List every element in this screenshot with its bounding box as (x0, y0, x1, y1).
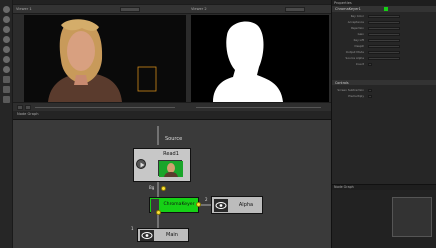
prop-row: Despill (332, 44, 436, 49)
alpha-viewer-label: Alpha (238, 202, 254, 208)
properties-node-bar: ChromaKeyer1 (332, 6, 436, 12)
prop-label: Key Lift (353, 38, 364, 42)
properties-panel: Properties ChromaKeyer1 Controls Key Col… (331, 0, 436, 184)
zoom-tool-icon[interactable] (3, 16, 10, 23)
prop-label: Rejection (351, 26, 364, 30)
minimap-title: Node Graph (334, 185, 354, 189)
output-mode-dropdown[interactable] (368, 50, 400, 55)
bg-input-port[interactable] (161, 186, 166, 191)
read1-thumbnail (158, 160, 183, 177)
viewer-b-header: Viewer 2 (188, 5, 331, 14)
main-viewer-node[interactable]: Main (137, 228, 189, 242)
properties-title: Properties (334, 0, 352, 5)
viewer-b-title: Viewer 2 (191, 7, 207, 11)
prop-label: Acceptance (347, 20, 364, 24)
alpha-input-label: 2 (205, 197, 208, 202)
node-color-swatch[interactable] (384, 7, 388, 11)
transform-tool-icon[interactable] (3, 56, 10, 63)
prop-row: Key Color (332, 14, 436, 19)
prop-row: Gain (332, 32, 436, 37)
prop-label: Invert (355, 62, 364, 66)
alpha-viewer-node[interactable]: Alpha (211, 196, 263, 214)
read1-label: Read1 (163, 151, 179, 157)
viewer-a-image (24, 15, 186, 102)
keyer-output-port[interactable] (196, 202, 201, 207)
prop-row: Rejection (332, 26, 436, 31)
rejection-field[interactable] (368, 26, 400, 31)
controls-tab-label: Controls (335, 80, 349, 85)
prop-label: Despill (354, 44, 364, 48)
chromakeyer-label: ChromaKeyer (163, 202, 195, 207)
key-lift-field[interactable] (368, 38, 400, 43)
timeline-slider[interactable] (35, 107, 175, 108)
main-input-label: 1 (131, 226, 134, 231)
viewer-b-transport-bar (188, 102, 331, 111)
main-viewer-label: Main (166, 232, 178, 238)
node-graph-title: Node Graph (17, 112, 39, 116)
gain-field[interactable] (368, 32, 400, 37)
read1-node[interactable]: Read1 (133, 148, 191, 182)
roto-tool-icon[interactable] (3, 46, 10, 53)
play-forward-button[interactable] (25, 105, 31, 110)
prop-row: Key Lift (332, 38, 436, 43)
screen-subtraction-checkbox[interactable] (368, 88, 372, 93)
prop-label: Premultiply (348, 94, 364, 98)
viewer-b-alpha-image (191, 15, 329, 102)
viewer-a-transport-bar (13, 102, 188, 111)
viewer-b[interactable] (191, 15, 329, 102)
prop-row: Invert (332, 62, 436, 67)
main-eye-icon (140, 230, 154, 241)
invert-checkbox[interactable] (368, 62, 372, 67)
prop-label: Screen Subtraction (337, 88, 364, 92)
source-label: Source (165, 136, 183, 142)
prop-label: Gain (357, 32, 364, 36)
properties-node-name: ChromaKeyer1 (335, 7, 361, 11)
read-play-icon (136, 159, 146, 169)
despill-field[interactable] (368, 44, 400, 49)
prop-row: Source Alpha (332, 56, 436, 61)
keyer-tool-icon[interactable] (3, 86, 10, 93)
node-graph-minimap[interactable]: Node Graph (331, 184, 436, 248)
alpha-eye-icon (214, 199, 228, 212)
properties-controls-tab[interactable]: Controls (332, 80, 436, 85)
viewer-b-channel-dropdown[interactable] (285, 7, 305, 12)
minimap-view-rect[interactable] (392, 197, 432, 237)
prop-row: Premultiply (332, 94, 436, 99)
pan-tool-icon[interactable] (3, 26, 10, 33)
bg-port-label: Bg (149, 185, 155, 190)
prop-row: Output Mode (332, 50, 436, 55)
tool-palette (0, 0, 13, 248)
acceptance-field[interactable] (368, 20, 400, 25)
time-tool-icon[interactable] (3, 96, 10, 103)
node-graph[interactable]: Source Read1 Bg ChromaKeyer 2 Alpha 1 Ma… (13, 120, 331, 248)
source-alpha-dropdown[interactable] (368, 56, 400, 61)
prop-label: Source Alpha (345, 56, 364, 60)
prop-label: Key Color (350, 14, 364, 18)
key-color-field[interactable] (368, 14, 400, 19)
color-tool-icon[interactable] (3, 66, 10, 73)
filter-tool-icon[interactable] (3, 76, 10, 83)
select-tool-icon[interactable] (3, 6, 10, 13)
viewer-a[interactable] (24, 15, 186, 102)
viewer-a-title: Viewer 1 (16, 7, 32, 11)
prop-row: Acceptance (332, 20, 436, 25)
viewer-b-slider[interactable] (196, 107, 321, 108)
viewer-a-header: Viewer 1 (13, 5, 188, 14)
premultiply-checkbox[interactable] (368, 94, 372, 99)
prop-row: Screen Subtraction (332, 88, 436, 93)
node-graph-header: Node Graph (13, 111, 331, 120)
minimap-header: Node Graph (332, 185, 436, 190)
viewer-a-channel-dropdown[interactable] (120, 7, 140, 12)
play-back-button[interactable] (17, 105, 23, 110)
prop-label: Output Mode (345, 50, 364, 54)
paint-tool-icon[interactable] (3, 36, 10, 43)
keyer-mask-port[interactable] (156, 210, 161, 215)
